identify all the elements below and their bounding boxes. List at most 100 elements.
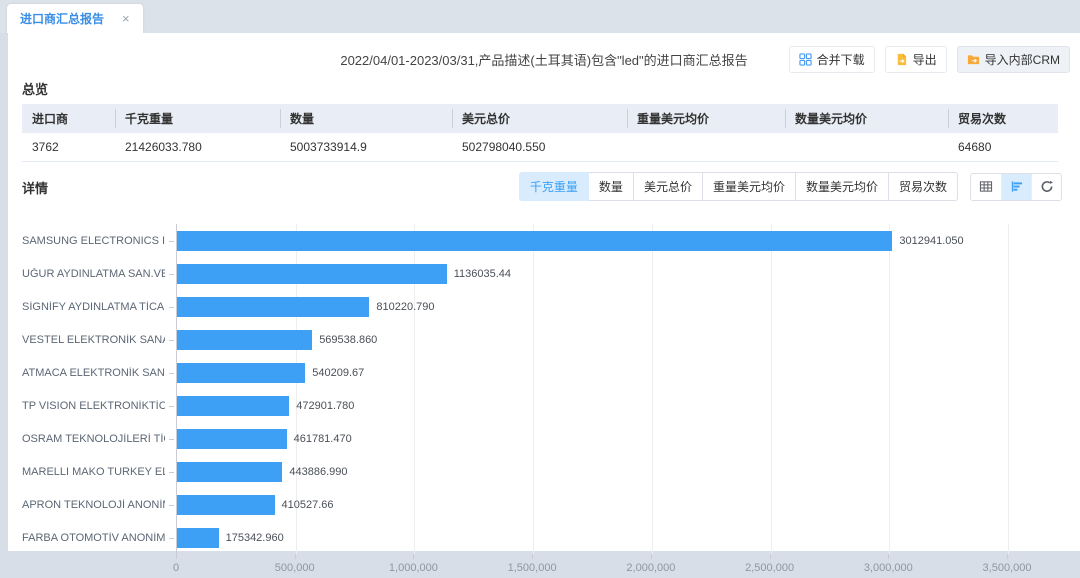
overview-column-header: 贸易次数: [948, 104, 1058, 133]
metric-tab-0[interactable]: 千克重量: [519, 172, 589, 201]
merge-download-label: 合并下载: [817, 51, 865, 68]
chart-row: SAMSUNG ELECTRONICS ISTANBUL P... 3012941…: [22, 224, 1058, 257]
x-tick-mark: [532, 554, 533, 559]
bar-zone: 175342.960: [177, 521, 1058, 554]
x-tick-label: 2,000,000: [626, 562, 675, 574]
import-crm-label: 导入内部CRM: [985, 51, 1060, 68]
view-toggle-group: [970, 173, 1062, 201]
metric-tab-1[interactable]: 数量: [589, 172, 634, 201]
category-tick: [169, 439, 174, 440]
x-tick-mark: [651, 554, 652, 559]
overview-cell: 502798040.550: [452, 133, 627, 161]
chart-row: UĞUR AYDINLATMA SAN.VE TİC.LTD... 1136035…: [22, 257, 1058, 290]
metric-tab-2[interactable]: 美元总价: [634, 172, 703, 201]
overview-column-header: 千克重量: [115, 104, 280, 133]
metric-tab-group: 千克重量数量美元总价重量美元均价数量美元均价贸易次数: [519, 172, 958, 201]
overview-cell: 3762: [22, 133, 115, 161]
bar-zone: 3012941.050: [177, 224, 1058, 257]
bar-zone: 443886.990: [177, 455, 1058, 488]
category-tick: [169, 340, 174, 341]
bar-value-label: 461781.470: [294, 433, 352, 445]
x-tick-label: 3,000,000: [864, 562, 913, 574]
category-tick: [169, 472, 174, 473]
bar[interactable]: [177, 297, 369, 317]
category-tick: [169, 406, 174, 407]
header-actions: 合并下载 导出 导入内部CRM: [789, 46, 1070, 73]
category-label: SAMSUNG ELECTRONICS ISTANBUL P...: [22, 235, 165, 247]
overview-column-header: 美元总价: [452, 104, 627, 133]
report-panel: 2022/04/01-2023/03/31,产品描述(土耳其语)包含"led"的…: [8, 33, 1080, 551]
overview-table: 进口商千克重量数量美元总价重量美元均价数量美元均价贸易次数 3762214260…: [22, 104, 1058, 162]
overview-column-header: 重量美元均价: [627, 104, 785, 133]
tab-close-icon[interactable]: ×: [122, 12, 130, 25]
bar[interactable]: [177, 330, 312, 350]
bar-zone: 410527.66: [177, 488, 1058, 521]
bar[interactable]: [177, 363, 305, 383]
category-tick: [169, 505, 174, 506]
x-tick-label: 500,000: [275, 562, 315, 574]
metric-tab-5[interactable]: 贸易次数: [889, 172, 958, 201]
bar-value-label: 540209.67: [312, 367, 364, 379]
metric-tab-4[interactable]: 数量美元均价: [796, 172, 889, 201]
tab-import-summary-report[interactable]: 进口商汇总报告 ×: [7, 4, 143, 33]
bar-zone: 472901.780: [177, 389, 1058, 422]
overview-cell: [785, 133, 948, 161]
merge-download-button[interactable]: 合并下载: [789, 46, 875, 73]
x-axis: 0500,0001,000,0001,500,0002,000,0002,500…: [176, 554, 1058, 578]
bar-value-label: 410527.66: [282, 499, 334, 511]
chart-row: OSRAM TEKNOLOJİLERİ TİCARET AN...461781.…: [22, 422, 1058, 455]
bar-zone: 461781.470: [177, 422, 1058, 455]
detail-toolbar: 详情 千克重量数量美元总价重量美元均价数量美元均价贸易次数: [22, 172, 1062, 202]
export-icon: [895, 53, 908, 66]
bar[interactable]: [177, 462, 282, 482]
category-label: ATMACA ELEKTRONİK SANAYİ VE Tİ...: [22, 367, 165, 379]
category-label: MARELLI MAKO TURKEY ELEKTRİK S...: [22, 466, 165, 478]
bar[interactable]: [177, 528, 219, 548]
bar-zone: 569538.860: [177, 323, 1058, 356]
export-button[interactable]: 导出: [885, 46, 947, 73]
bar-value-label: 810220.790: [376, 301, 434, 313]
bar-zone: 810220.790: [177, 290, 1058, 323]
overview-cell: 64680: [948, 133, 1058, 161]
x-tick-mark: [295, 554, 296, 559]
category-tick: [169, 274, 174, 275]
bar[interactable]: [177, 396, 289, 416]
overview-column-header: 进口商: [22, 104, 115, 133]
chart-rows: SAMSUNG ELECTRONICS ISTANBUL P... 3012941…: [22, 224, 1058, 554]
x-tick-label: 0: [173, 562, 179, 574]
overview-data-row: 376221426033.7805003733914.9502798040.55…: [22, 133, 1058, 162]
bar[interactable]: [177, 264, 447, 284]
category-label: UĞUR AYDINLATMA SAN.VE TİC.LTD...: [22, 268, 165, 280]
x-tick-mark: [413, 554, 414, 559]
merge-download-icon: [799, 53, 812, 66]
import-crm-button[interactable]: 导入内部CRM: [957, 46, 1070, 73]
bar[interactable]: [177, 495, 275, 515]
bar[interactable]: [177, 429, 287, 449]
chart-row: SİGNİFY AYDINLATMA TİCARET ANO...810220.…: [22, 290, 1058, 323]
tab-bar: 进口商汇总报告 ×: [0, 0, 1080, 33]
category-tick: [169, 307, 174, 308]
refresh-icon[interactable]: [1031, 174, 1061, 200]
overview-cell: [627, 133, 785, 161]
table-view-icon[interactable]: [971, 174, 1001, 200]
category-label: APRON TEKNOLOJİ ANONİM ŞİRKETİ: [22, 499, 165, 511]
bar-value-label: 3012941.050: [899, 235, 963, 247]
bar-chart-view-icon[interactable]: [1001, 174, 1031, 200]
bar-value-label: 1136035.44: [454, 268, 511, 280]
metric-tab-3[interactable]: 重量美元均价: [703, 172, 796, 201]
bar-zone: 540209.67: [177, 356, 1058, 389]
x-tick-label: 3,500,000: [983, 562, 1032, 574]
chart-row: TP VISION ELEKTRONİKTİCARET AN...472901.…: [22, 389, 1058, 422]
detail-section-title: 详情: [22, 178, 48, 197]
x-tick-mark: [770, 554, 771, 559]
overview-section-title: 总览: [22, 79, 1058, 98]
x-tick-label: 1,500,000: [508, 562, 557, 574]
category-tick: [169, 241, 174, 242]
bar-value-label: 569538.860: [319, 334, 377, 346]
chart-row: MARELLI MAKO TURKEY ELEKTRİK S... 443886.…: [22, 455, 1058, 488]
chart-row: APRON TEKNOLOJİ ANONİM ŞİRKETİ 410527.66: [22, 488, 1058, 521]
import-crm-icon: [967, 53, 980, 66]
bar-value-label: 443886.990: [289, 466, 347, 478]
detail-controls: 千克重量数量美元总价重量美元均价数量美元均价贸易次数: [519, 172, 1062, 201]
bar[interactable]: [177, 231, 892, 251]
